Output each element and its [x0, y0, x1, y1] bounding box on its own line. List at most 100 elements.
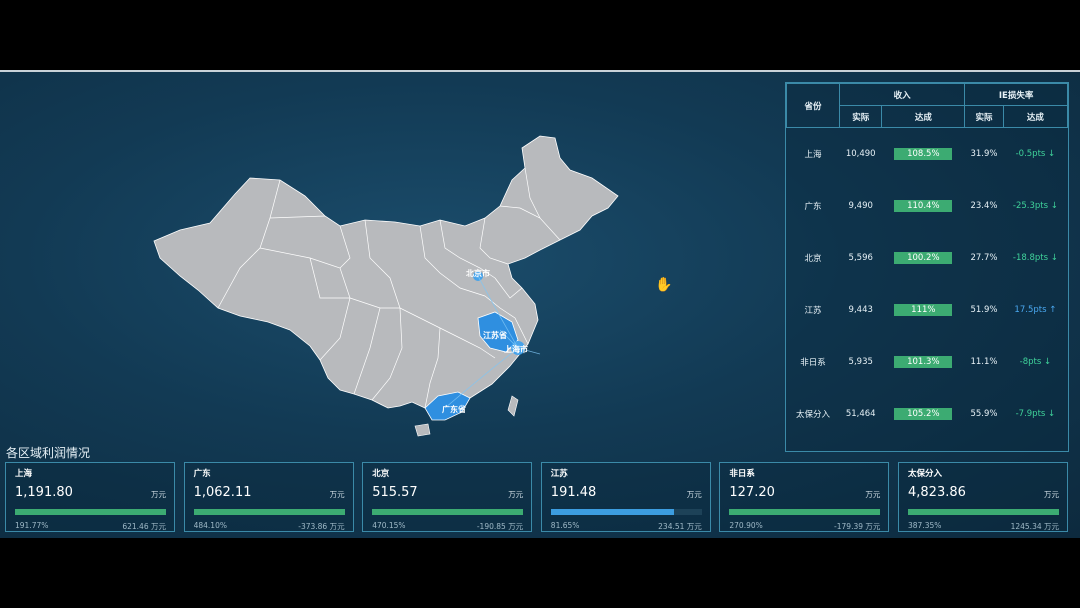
card-percentage: 387.35%: [908, 521, 942, 530]
card-value: 4,823.86: [908, 485, 966, 500]
card-percentage: 81.65%: [550, 521, 580, 530]
card-delta-unit: 万元: [1044, 522, 1059, 531]
card-region-name: 太保分入: [908, 469, 943, 479]
map-hainan[interactable]: [414, 423, 431, 437]
table-row[interactable]: 北京 5,596 100.2% 27.7% -18.8pts ↓: [787, 232, 1068, 284]
profit-card[interactable]: 太保分入 4,823.86 万元 387.35% 1245.34 万元: [898, 462, 1068, 532]
section-title: 各区域利润情况: [6, 446, 91, 460]
table-row[interactable]: 上海 10,490 108.5% 31.9% -0.5pts ↓: [787, 128, 1068, 181]
profit-card[interactable]: 北京 515.57 万元 470.15% -190.85 万元: [362, 462, 533, 532]
card-delta: -373.86 万元: [298, 521, 344, 532]
card-value: 1,191.80: [15, 485, 73, 500]
cell-province: 上海: [804, 150, 822, 160]
cell-revenue-achieved: 110.4%: [882, 180, 965, 232]
cell-ie-achieved: -0.5pts ↓: [1015, 149, 1056, 159]
card-value: 127.20: [729, 485, 775, 500]
card-progress-track: [193, 509, 345, 515]
province-table: 省份 收入 IE损失率 实际 达成 实际 达成 上海 10,490 108.5% 31…: [786, 83, 1069, 440]
card-progress-fill: [550, 509, 675, 515]
header-revenue-actual: 实际: [838, 105, 883, 128]
map-label-shanghai: 上海市: [504, 345, 528, 354]
card-region-name: 广东: [193, 469, 211, 479]
card-percentage: 470.15%: [372, 521, 406, 530]
map-mainland[interactable]: [153, 135, 619, 414]
table-row[interactable]: 广东 9,490 110.4% 23.4% -25.3pts ↓: [787, 180, 1068, 232]
china-map-svg[interactable]: [140, 108, 640, 438]
cell-ie-achieved: -25.3pts ↓: [1012, 201, 1058, 211]
cell-ie-achieved: -8pts ↓: [1019, 357, 1052, 367]
cell-ie-achieved: 17.5pts ↑: [1014, 305, 1057, 315]
header-ie-achieved: 达成: [1002, 105, 1069, 128]
cell-province: 广东: [804, 202, 822, 212]
card-progress-fill: [908, 509, 1059, 515]
cell-ie-actual: 23.4%: [970, 201, 998, 211]
card-region-name: 上海: [15, 469, 33, 479]
card-delta: 234.51 万元: [658, 521, 702, 532]
card-percentage: 191.77%: [15, 521, 49, 530]
card-unit: 万元: [686, 490, 702, 499]
table-row[interactable]: 江苏 9,443 111% 51.9% 17.5pts ↑: [787, 284, 1068, 336]
card-delta-unit: 万元: [508, 522, 524, 531]
header-province: 省份: [786, 83, 840, 128]
cell-revenue-actual: 9,490: [848, 201, 873, 211]
card-value: 1,062.11: [193, 485, 252, 500]
cell-ie-achieved: -18.8pts ↓: [1012, 253, 1058, 263]
hand-cursor-icon: ✋: [655, 277, 673, 293]
card-progress-fill: [193, 509, 345, 515]
card-unit: 万元: [865, 490, 881, 499]
dashboard-screen: 北京市 江苏省 上海市 广东省 ✋ 省份 收入 IE损失率 实际 达成 实际 达…: [0, 70, 1080, 538]
cell-ie-achieved: -7.9pts ↓: [1015, 409, 1056, 419]
card-progress-track: [908, 509, 1059, 515]
cell-revenue-achieved: 111%: [882, 284, 965, 336]
cell-revenue-actual: 5,935: [848, 357, 873, 367]
cell-revenue-achieved: 101.3%: [882, 336, 965, 388]
card-delta: -179.39 万元: [834, 521, 880, 532]
profit-cards: 上海 1,191.80 万元 191.77% 621.46 万元 广东 1,062.11 万元…: [5, 462, 1075, 534]
card-value: 515.57: [372, 485, 418, 500]
table-row[interactable]: 非日系 5,935 101.3% 11.1% -8pts ↓: [787, 336, 1068, 388]
achieved-pill: 108.5%: [894, 148, 953, 160]
card-percentage: 270.90%: [729, 521, 763, 530]
card-delta-unit: 万元: [865, 522, 881, 531]
card-value: 191.48: [550, 485, 597, 500]
card-progress-fill: [372, 509, 524, 515]
card-progress-track: [729, 509, 881, 515]
card-delta-value: 621.46: [122, 522, 149, 531]
cell-province: 江苏: [804, 306, 822, 316]
achieved-pill: 111%: [894, 304, 953, 316]
card-unit: 万元: [329, 490, 345, 499]
profit-card[interactable]: 广东 1,062.11 万元 484.10% -373.86 万元: [183, 462, 354, 532]
table-row[interactable]: 太保分入 51,464 105.2% 55.9% -7.9pts ↓: [787, 388, 1068, 440]
map-label-guangdong: 广东省: [442, 405, 466, 414]
cell-revenue-actual: 51,464: [845, 409, 876, 419]
china-map[interactable]: 北京市 江苏省 上海市 广东省: [140, 108, 640, 438]
profit-card[interactable]: 上海 1,191.80 万元 191.77% 621.46 万元: [5, 462, 175, 532]
header-ie-loss: IE损失率: [964, 83, 1068, 106]
card-progress-track: [550, 509, 702, 515]
card-delta-unit: 万元: [151, 522, 166, 531]
achieved-pill: 110.4%: [894, 200, 953, 212]
cell-province: 北京: [804, 254, 822, 264]
card-region-name: 北京: [372, 469, 390, 479]
map-taiwan[interactable]: [507, 395, 519, 417]
card-delta-value: -190.85: [476, 522, 506, 531]
card-progress-fill: [729, 509, 881, 515]
cell-revenue-actual: 10,490: [845, 149, 876, 159]
card-delta: -190.85 万元: [477, 521, 523, 532]
header-revenue: 收入: [838, 83, 966, 106]
map-label-beijing: 北京市: [466, 269, 490, 278]
card-delta-value: 1245.34: [1010, 522, 1042, 531]
cell-revenue-achieved: 105.2%: [882, 388, 965, 440]
achieved-pill: 101.3%: [894, 356, 953, 368]
profit-card[interactable]: 非日系 127.20 万元 270.90% -179.39 万元: [719, 462, 890, 532]
cell-province: 非日系: [800, 358, 826, 368]
cell-province: 太保分入: [795, 410, 830, 420]
card-progress-track: [15, 509, 166, 515]
profit-card[interactable]: 江苏 191.48 万元 81.65% 234.51 万元: [540, 462, 711, 532]
card-region-name: 非日系: [729, 469, 755, 479]
card-delta-unit: 万元: [329, 522, 345, 531]
card-unit: 万元: [508, 490, 524, 499]
card-delta-value: 234.51: [658, 522, 685, 531]
card-unit: 万元: [1044, 490, 1059, 499]
cell-revenue-achieved: 100.2%: [882, 232, 965, 284]
